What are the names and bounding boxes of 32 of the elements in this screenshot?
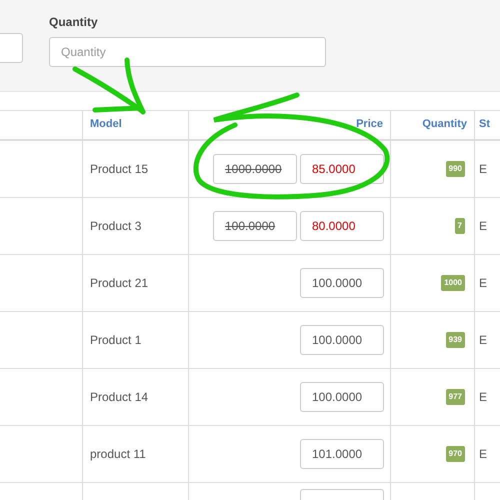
field-label: Quantity [49,14,99,31]
old-price-field[interactable]: 1000.0000 [213,154,297,184]
model-text: Product 14 [90,389,148,406]
model-text: product 11 [90,446,146,463]
model-text: Product 21 [90,275,148,292]
column-header[interactable]: Quantity [422,116,467,132]
status-text: E [479,218,488,235]
special-price-field[interactable]: 80.0000 [300,211,384,241]
quantity-badge: 939 [446,332,465,348]
status-text: E [479,275,488,292]
column-header[interactable]: Model [90,116,122,132]
quantity-field[interactable]: Quantity [49,37,326,67]
model-text: Product 3 [90,218,142,235]
quantity-badge: 990 [446,161,465,177]
model-text: Product 1 [90,332,142,349]
quantity-badge: 970 [446,446,465,462]
status-text: E [479,389,488,406]
price-field[interactable]: 100.0000 [300,382,384,412]
old-price-field[interactable]: 100.0000 [213,211,297,241]
model-text: Product 15 [90,161,148,178]
status-text: E [479,446,488,463]
status-text: E [479,161,488,178]
column-header[interactable]: Price [356,116,383,132]
quantity-badge: 977 [446,389,465,405]
column-header[interactable]: St [479,116,490,132]
price-field[interactable]: 100.0000 [300,268,384,298]
quantity-badge: 7 [454,218,465,234]
price-field[interactable]: 100.0000 [300,325,384,355]
status-text: E [479,332,488,349]
quantity-badge: 1000 [441,275,465,291]
special-price-field[interactable]: 85.0000 [300,154,384,184]
price-field[interactable]: 101.0000 [300,439,384,469]
